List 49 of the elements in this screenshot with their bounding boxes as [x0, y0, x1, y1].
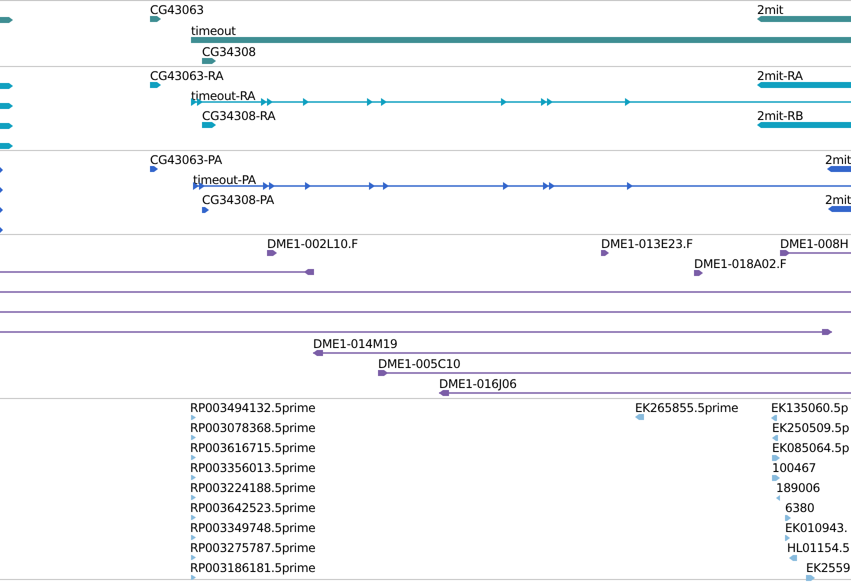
- feature-label: DME1-005C10: [378, 357, 460, 371]
- feature-label: timeout-PA: [193, 173, 256, 187]
- feature-label: EK010943.: [785, 521, 848, 535]
- feature-arrow: [0, 227, 3, 233]
- feature-arrow: [0, 187, 3, 193]
- feature-label: RP003356013.5prime: [190, 461, 316, 475]
- feature-label: DME1-002L10.F: [267, 237, 358, 251]
- feature-label: CG34308: [202, 45, 256, 59]
- feature-arrow: [0, 167, 3, 173]
- feature-label: DME1-016J06: [439, 377, 517, 391]
- feature-label: RP003349748.5prime: [190, 521, 316, 535]
- feature-label: RP003642523.5prime: [190, 501, 316, 515]
- feature-label: CG34308-PA: [202, 193, 274, 207]
- feature-label: 2mit: [825, 193, 851, 207]
- feature-label: 2mit-RB: [757, 109, 804, 123]
- feature-label: timeout-RA: [191, 89, 256, 103]
- feature-label: CG43063-PA: [150, 153, 222, 167]
- feature-label: RP003275787.5prime: [190, 541, 316, 555]
- feature-label: DME1-018A02.F: [694, 257, 786, 271]
- feature-label: RP003494132.5prime: [190, 401, 316, 415]
- feature-label: EK250509.5p: [772, 421, 850, 435]
- feature-label: HL01154.5: [787, 541, 850, 555]
- feature-label: timeout: [191, 24, 236, 38]
- feature-label: 2mit: [825, 153, 851, 167]
- feature-label: 189006: [776, 481, 820, 495]
- feature-label: CG43063: [150, 3, 204, 17]
- feature-label: DME1-013E23.F: [601, 237, 693, 251]
- feature-label: 6380: [785, 501, 814, 515]
- feature-arrow: [0, 143, 13, 149]
- feature-label: RP003186181.5prime: [190, 561, 316, 575]
- feature-label: DME1-014M19: [313, 337, 398, 351]
- feature-label: 2mit-RA: [757, 69, 803, 83]
- feature-label: EK085064.5p: [772, 441, 850, 455]
- feature-label: RP003078368.5prime: [190, 421, 316, 435]
- feature-label: 100467: [772, 461, 816, 475]
- feature-label: RP003616715.5prime: [190, 441, 316, 455]
- feature-label: EK2559: [806, 561, 850, 575]
- feature-arrow: [0, 17, 13, 23]
- feature-label: EK265855.5prime: [635, 401, 738, 415]
- feature-label: 2mit: [757, 3, 784, 17]
- feature-label: CG34308-RA: [202, 109, 276, 123]
- feature-label: EK135060.5p: [771, 401, 848, 415]
- feature-arrow: [0, 83, 13, 89]
- feature-label: RP003224188.5prime: [190, 481, 316, 495]
- feature-label: DME1-008H: [780, 237, 848, 251]
- feature-arrow: [0, 103, 13, 109]
- feature-label: CG43063-RA: [150, 69, 224, 83]
- feature-arrow: [0, 123, 13, 129]
- feature-arrow: [0, 207, 3, 213]
